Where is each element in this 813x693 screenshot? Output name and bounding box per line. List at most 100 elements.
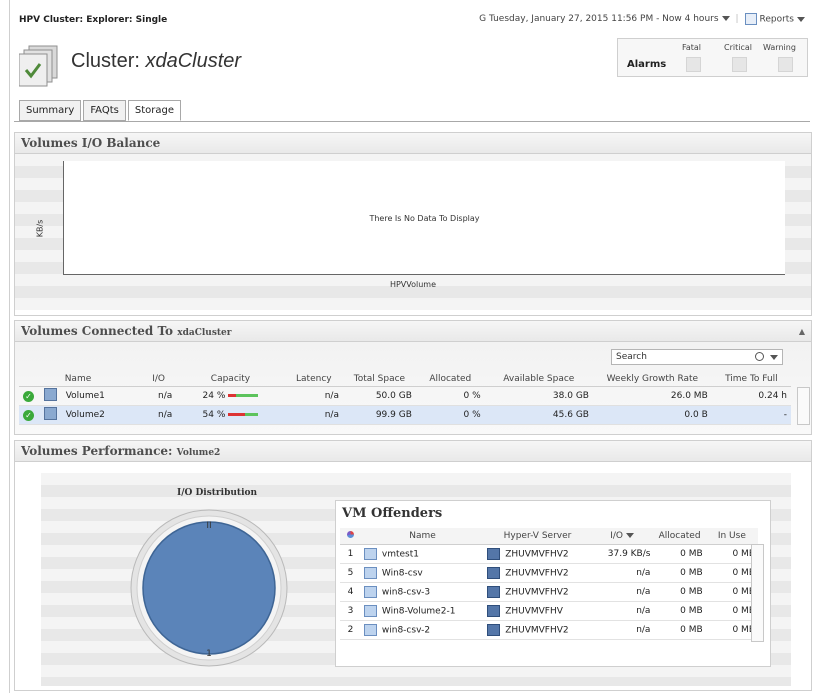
table-row[interactable]: 1 vmtest1 ZHUVMVFHV2 37.9 KB/s 0 MB 0 MB	[340, 544, 758, 564]
server-cell[interactable]: ZHUVMVFHV2	[484, 563, 591, 583]
col-vm-allocated[interactable]: Allocated	[653, 528, 706, 545]
col-total-space[interactable]: Total Space	[342, 372, 416, 387]
col-name[interactable]: Name	[61, 372, 141, 387]
performance-title: Volumes Performance: Volume2	[15, 441, 811, 462]
volume-io: n/a	[140, 405, 177, 425]
chevron-down-icon	[721, 16, 730, 21]
reports-menu[interactable]: Reports	[744, 13, 805, 25]
vm-name-cell[interactable]: Win8-Volume2-1	[360, 601, 485, 621]
chevron-down-icon[interactable]	[770, 355, 778, 360]
vm-rank: 2	[340, 620, 361, 640]
ok-status-icon: ✓	[23, 390, 34, 402]
critical-label: Critical	[724, 43, 752, 52]
time-range-selector[interactable]: G Tuesday, January 27, 2015 11:56 PM - N…	[479, 14, 730, 24]
type-cell	[39, 405, 62, 425]
volume-name[interactable]: Volume2	[61, 405, 141, 425]
performance-title-text: Volumes Performance:	[21, 444, 173, 458]
col-available-space[interactable]: Available Space	[484, 372, 593, 387]
vm-offenders-table: Name Hyper-V Server I/O Allocated In Use…	[340, 528, 758, 640]
vm-name-cell[interactable]: win8-csv-2	[360, 620, 485, 640]
col-allocated[interactable]: Allocated	[415, 372, 485, 387]
col-capacity[interactable]: Capacity	[176, 372, 285, 387]
volume-growth: 26.0 MB	[592, 386, 712, 406]
vm-icon	[363, 605, 377, 617]
volume-total-space: 50.0 GB	[342, 386, 416, 406]
volume-io: n/a	[140, 386, 177, 406]
server-icon	[487, 605, 501, 617]
vm-io: n/a	[590, 620, 654, 640]
server-name: ZHUVMVFHV2	[505, 549, 569, 560]
chart-xlabel: HPVVolume	[389, 280, 437, 289]
io-distribution-title: I/O Distribution	[177, 488, 258, 498]
cluster-icon	[19, 45, 58, 87]
vm-rank: 1	[340, 544, 361, 564]
volumes-cluster-name: xdaCluster	[177, 328, 232, 338]
volume-allocated: 0 %	[415, 386, 485, 406]
volume-name[interactable]: Volume1	[61, 386, 141, 406]
vm-name-cell[interactable]: vmtest1	[360, 544, 485, 564]
gauge-fill	[142, 521, 276, 655]
vm-name-cell[interactable]: win8-csv-3	[360, 582, 485, 602]
volume-capacity: 24 %	[176, 386, 285, 406]
tab-bar: Summary FAQts Storage	[19, 100, 181, 121]
volume-icon	[43, 407, 57, 420]
vm-io: n/a	[590, 601, 654, 621]
table-row[interactable]: 5 Win8-csv ZHUVMVFHV2 n/a 0 MB 0 MB	[340, 563, 758, 583]
volume-allocated: 0 %	[415, 405, 485, 425]
search-input[interactable]: Search	[611, 349, 783, 365]
vm-allocated: 0 MB	[653, 563, 706, 583]
col-vm-name[interactable]: Name	[360, 528, 485, 545]
table-row[interactable]: 2 win8-csv-2 ZHUVMVFHV2 n/a 0 MB 0 MB	[340, 620, 758, 640]
time-range-bar: G Tuesday, January 27, 2015 11:56 PM - N…	[479, 13, 805, 25]
volumes-panel: Volumes Connected To xdaCluster ▲ Search…	[14, 320, 812, 435]
separator: |	[735, 14, 739, 24]
capacity-bar-fill	[228, 394, 236, 397]
table-row-selected[interactable]: ✓ Volume2 n/a 54 % n/a 99.9 GB 0 % 45.6 …	[19, 405, 791, 425]
io-balance-panel: Volumes I/O Balance KB/s There Is No Dat…	[14, 132, 812, 316]
collapse-icon[interactable]: ▲	[799, 321, 805, 341]
col-io[interactable]: I/O	[140, 372, 177, 387]
warning-count-box[interactable]	[778, 57, 793, 72]
volumes-scrollbar[interactable]	[797, 387, 810, 425]
page-title: Cluster: xdaCluster	[71, 50, 241, 73]
tab-storage[interactable]: Storage	[127, 100, 181, 121]
tab-summary[interactable]: Summary	[19, 100, 82, 121]
critical-count-box[interactable]	[732, 57, 747, 72]
volume-capacity: 54 %	[176, 405, 285, 425]
capacity-bar	[228, 413, 259, 416]
volume-ttf: -	[711, 405, 791, 425]
table-row[interactable]: ✓ Volume1 n/a 24 % n/a 50.0 GB 0 % 38.0 …	[19, 386, 791, 406]
vm-rank: 5	[340, 563, 361, 583]
col-vm-inuse[interactable]: In Use	[705, 528, 758, 545]
vm-allocated: 0 MB	[653, 620, 706, 640]
vm-offenders-title: VM Offenders	[342, 506, 443, 521]
search-icon[interactable]	[755, 352, 764, 361]
col-vm-io[interactable]: I/O	[590, 528, 654, 545]
col-hyperv-server[interactable]: Hyper-V Server	[484, 528, 591, 545]
volumes-title-text: Volumes Connected To	[21, 324, 174, 338]
type-column-header	[39, 372, 62, 387]
vm-io: 37.9 KB/s	[590, 544, 654, 564]
alarms-label: Alarms	[627, 59, 667, 70]
vm-io: n/a	[590, 563, 654, 583]
vm-name-cell[interactable]: Win8-csv	[360, 563, 485, 583]
alarms-panel[interactable]: Fatal Critical Warning Alarms	[617, 38, 808, 77]
server-icon	[487, 567, 501, 579]
server-cell[interactable]: ZHUVMVFHV	[484, 601, 591, 621]
col-latency[interactable]: Latency	[284, 372, 343, 387]
col-time-to-full[interactable]: Time To Full	[711, 372, 791, 387]
table-row[interactable]: 3 Win8-Volume2-1 ZHUVMVFHV n/a 0 MB 0 MB	[340, 601, 758, 621]
server-name: ZHUVMVFHV2	[505, 625, 569, 636]
server-cell[interactable]: ZHUVMVFHV2	[484, 582, 591, 602]
tab-faqts[interactable]: FAQts	[83, 100, 126, 121]
fatal-count-box[interactable]	[686, 57, 701, 72]
chart-ylabel: KB/s	[35, 219, 45, 238]
volume-growth: 0.0 B	[592, 405, 712, 425]
server-cell[interactable]: ZHUVMVFHV2	[484, 620, 591, 640]
server-cell[interactable]: ZHUVMVFHV2	[484, 544, 591, 564]
table-row[interactable]: 4 win8-csv-3 ZHUVMVFHV2 n/a 0 MB 0 MB	[340, 582, 758, 602]
col-rank[interactable]	[340, 528, 361, 545]
server-icon	[487, 624, 501, 636]
vm-offenders-scrollbar[interactable]	[751, 544, 764, 642]
col-weekly-growth[interactable]: Weekly Growth Rate	[592, 372, 712, 387]
